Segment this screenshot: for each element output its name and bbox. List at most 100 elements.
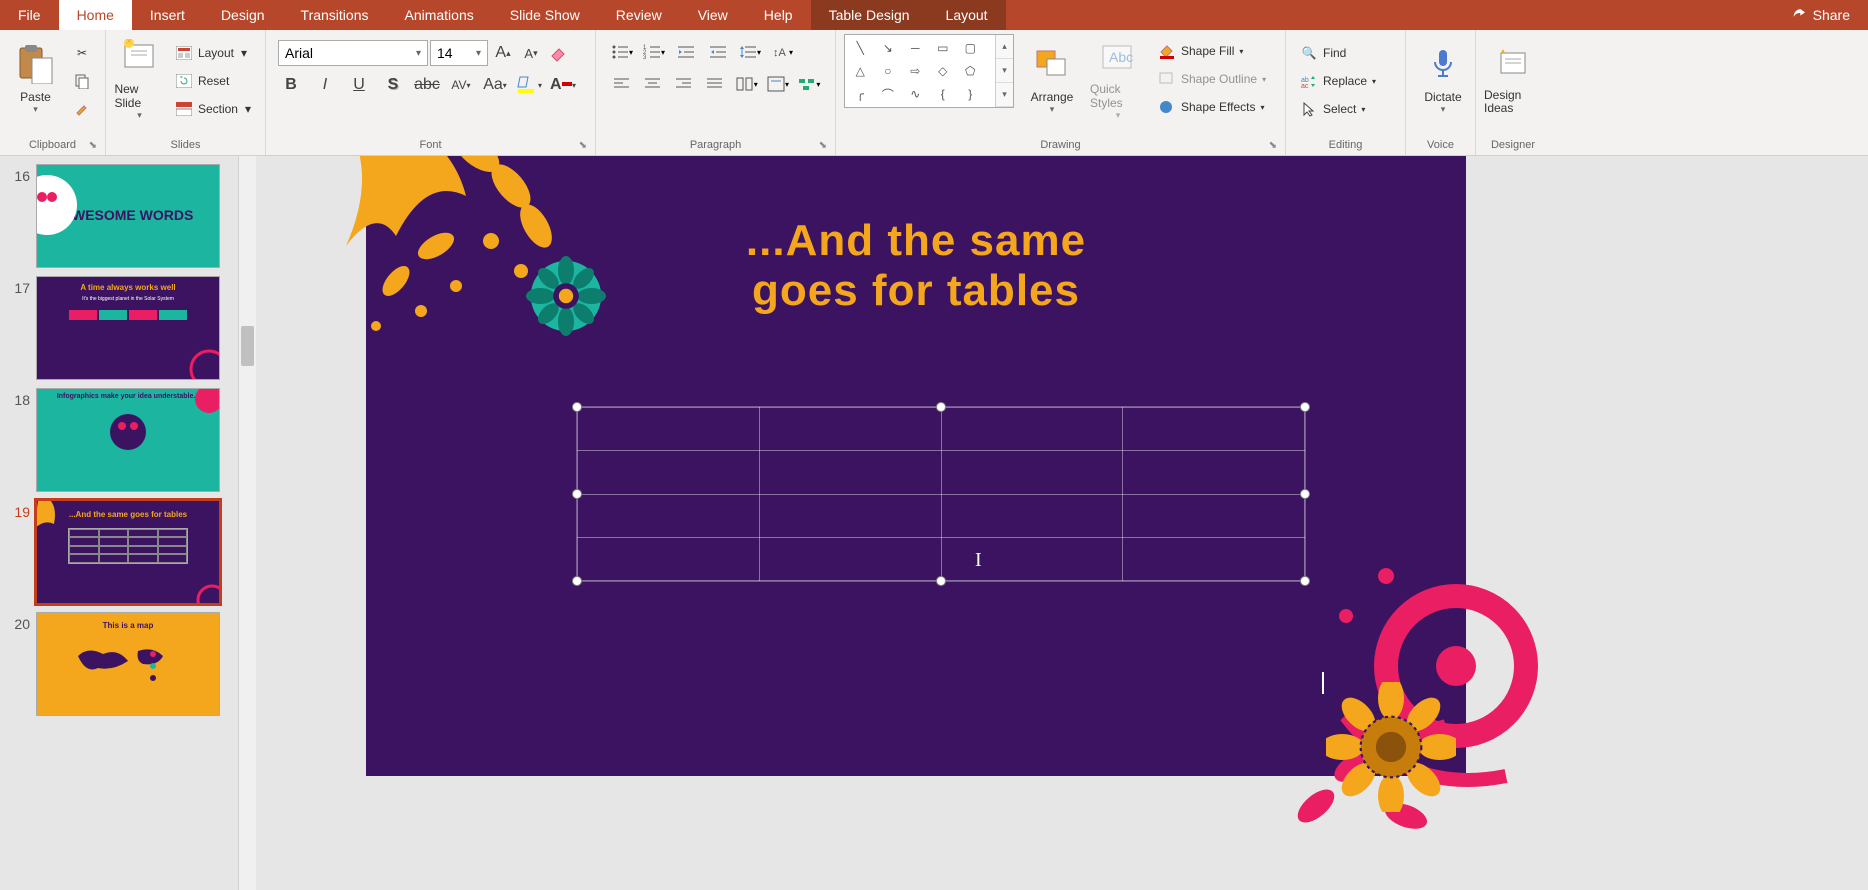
gallery-more-icon[interactable]: ▾ bbox=[996, 83, 1013, 107]
font-launcher-icon[interactable]: ⬊ bbox=[579, 140, 587, 151]
numbering-button[interactable]: 123▾ bbox=[640, 40, 668, 64]
smartart-button[interactable]: ▾ bbox=[796, 72, 823, 96]
bullets-button[interactable]: ▾ bbox=[608, 40, 636, 64]
eraser-icon bbox=[549, 44, 569, 62]
italic-button[interactable]: I bbox=[312, 72, 338, 98]
tab-insert[interactable]: Insert bbox=[132, 0, 203, 30]
strike-button[interactable]: abc bbox=[414, 72, 440, 98]
search-icon: 🔍 bbox=[1300, 44, 1318, 62]
slide-thumb-18[interactable]: Infographics make your idea understable.… bbox=[36, 388, 220, 492]
tab-home[interactable]: Home bbox=[59, 0, 132, 30]
select-button[interactable]: Select▾ bbox=[1294, 96, 1397, 122]
char-spacing-button[interactable]: AV▾ bbox=[448, 72, 474, 98]
text-direction-button[interactable]: ↕A▾ bbox=[768, 40, 796, 64]
drawing-group-label: Drawing bbox=[1040, 139, 1080, 151]
tab-animations[interactable]: Animations bbox=[386, 0, 491, 30]
arrange-button[interactable]: Arrange▾ bbox=[1020, 34, 1084, 122]
reset-button[interactable]: Reset bbox=[169, 68, 257, 94]
designer-group-label: Designer bbox=[1491, 139, 1535, 151]
scrollbar-handle[interactable] bbox=[241, 326, 254, 366]
effects-icon bbox=[1158, 98, 1176, 116]
tab-view[interactable]: View bbox=[680, 0, 746, 30]
tab-transitions[interactable]: Transitions bbox=[283, 0, 387, 30]
justify-button[interactable] bbox=[702, 72, 729, 96]
clear-format-button[interactable] bbox=[546, 40, 572, 66]
font-color-button[interactable]: A▾ bbox=[550, 72, 576, 98]
slide-thumb-19[interactable]: ...And the same goes for tables bbox=[36, 500, 220, 604]
format-painter-button[interactable] bbox=[67, 96, 97, 122]
align-text-button[interactable]: ▾ bbox=[764, 72, 791, 96]
slide-canvas-area[interactable]: ...And the same goes for tables bbox=[256, 156, 1868, 890]
replace-button[interactable]: abacReplace▾ bbox=[1294, 68, 1397, 94]
paste-button[interactable]: Paste ▾ bbox=[8, 34, 63, 122]
gallery-down-icon[interactable]: ▾ bbox=[996, 59, 1013, 83]
tab-table-design[interactable]: Table Design bbox=[811, 0, 928, 30]
tab-review[interactable]: Review bbox=[598, 0, 680, 30]
new-slide-button[interactable]: New Slide ▾ bbox=[114, 34, 165, 122]
columns-button[interactable]: ▾ bbox=[733, 72, 760, 96]
find-button[interactable]: 🔍Find bbox=[1294, 40, 1397, 66]
shadow-button[interactable]: S bbox=[380, 72, 406, 98]
slide-thumb-16[interactable]: AWESOME WORDS bbox=[36, 164, 220, 268]
slide-canvas[interactable]: ...And the same goes for tables bbox=[366, 156, 1466, 776]
align-left-button[interactable] bbox=[608, 72, 635, 96]
gallery-up-icon[interactable]: ▴ bbox=[996, 35, 1013, 59]
thumb-scrollbar[interactable] bbox=[238, 156, 256, 890]
resize-handle[interactable] bbox=[572, 402, 582, 412]
dictate-button[interactable]: Dictate▾ bbox=[1414, 34, 1472, 122]
line-spacing-button[interactable]: ▾ bbox=[736, 40, 764, 64]
slide-thumb-20[interactable]: This is a map bbox=[36, 612, 220, 716]
share-button[interactable]: Share bbox=[1773, 7, 1868, 23]
tab-layout[interactable]: Layout bbox=[928, 0, 1006, 30]
bold-button[interactable]: B bbox=[278, 72, 304, 98]
tab-design[interactable]: Design bbox=[203, 0, 283, 30]
decrease-indent-button[interactable] bbox=[672, 40, 700, 64]
layout-button[interactable]: Layout▾ bbox=[169, 40, 257, 66]
change-case-button[interactable]: Aa▾ bbox=[482, 72, 508, 98]
thumbnail-pane[interactable]: 16 AWESOME WORDS 17 A time always works … bbox=[0, 156, 256, 890]
tab-help[interactable]: Help bbox=[746, 0, 811, 30]
shapes-gallery[interactable]: ╲↘─▭▢ △○⇨◇⬠ ╭⌒∿{} ▴▾▾ bbox=[844, 34, 1014, 108]
grow-font-button[interactable]: A▴ bbox=[490, 40, 516, 66]
drawing-launcher-icon[interactable]: ⬊ bbox=[1269, 140, 1277, 151]
font-size-combo[interactable]: 14▾ bbox=[430, 40, 488, 66]
slide-thumb-17[interactable]: A time always works well It's the bigges… bbox=[36, 276, 220, 380]
slide-table[interactable]: I bbox=[576, 406, 1306, 582]
brush-icon bbox=[73, 100, 91, 118]
group-designer: Design Ideas Designer bbox=[1476, 30, 1550, 155]
shape-effects-button[interactable]: Shape Effects▾ bbox=[1152, 94, 1272, 120]
resize-handle[interactable] bbox=[1300, 402, 1310, 412]
scissors-icon: ✂ bbox=[73, 44, 91, 62]
resize-handle[interactable] bbox=[1300, 489, 1310, 499]
resize-handle[interactable] bbox=[572, 489, 582, 499]
underline-button[interactable]: U bbox=[346, 72, 372, 98]
new-slide-label: New Slide bbox=[114, 83, 164, 109]
section-button[interactable]: Section▾ bbox=[169, 96, 257, 122]
paragraph-launcher-icon[interactable]: ⬊ bbox=[819, 140, 827, 151]
resize-handle[interactable] bbox=[936, 402, 946, 412]
clipboard-group-label: Clipboard bbox=[29, 139, 76, 151]
tab-file[interactable]: File bbox=[0, 0, 59, 30]
bullets-icon bbox=[611, 44, 629, 60]
shape-fill-button[interactable]: Shape Fill▾ bbox=[1152, 38, 1272, 64]
group-voice: Dictate▾ Voice bbox=[1406, 30, 1476, 155]
resize-handle[interactable] bbox=[936, 576, 946, 586]
design-ideas-button[interactable]: Design Ideas bbox=[1484, 34, 1542, 122]
copy-button[interactable] bbox=[67, 68, 97, 94]
clipboard-launcher-icon[interactable]: ⬊ bbox=[89, 140, 97, 151]
shrink-font-button[interactable]: A▾ bbox=[518, 40, 544, 66]
resize-handle[interactable] bbox=[572, 576, 582, 586]
font-name-combo[interactable]: Arial▾ bbox=[278, 40, 428, 66]
new-slide-icon bbox=[121, 39, 157, 75]
highlight-button[interactable]: ▾ bbox=[516, 72, 542, 98]
align-right-button[interactable] bbox=[671, 72, 698, 96]
tab-slideshow[interactable]: Slide Show bbox=[492, 0, 598, 30]
cut-button[interactable]: ✂ bbox=[67, 40, 97, 66]
font-group-label: Font bbox=[419, 139, 441, 151]
layout-icon bbox=[175, 44, 193, 62]
share-icon bbox=[1791, 7, 1807, 23]
styles-icon: Abc bbox=[1101, 42, 1135, 72]
align-center-button[interactable] bbox=[639, 72, 666, 96]
fill-icon bbox=[1158, 42, 1176, 60]
increase-indent-button[interactable] bbox=[704, 40, 732, 64]
